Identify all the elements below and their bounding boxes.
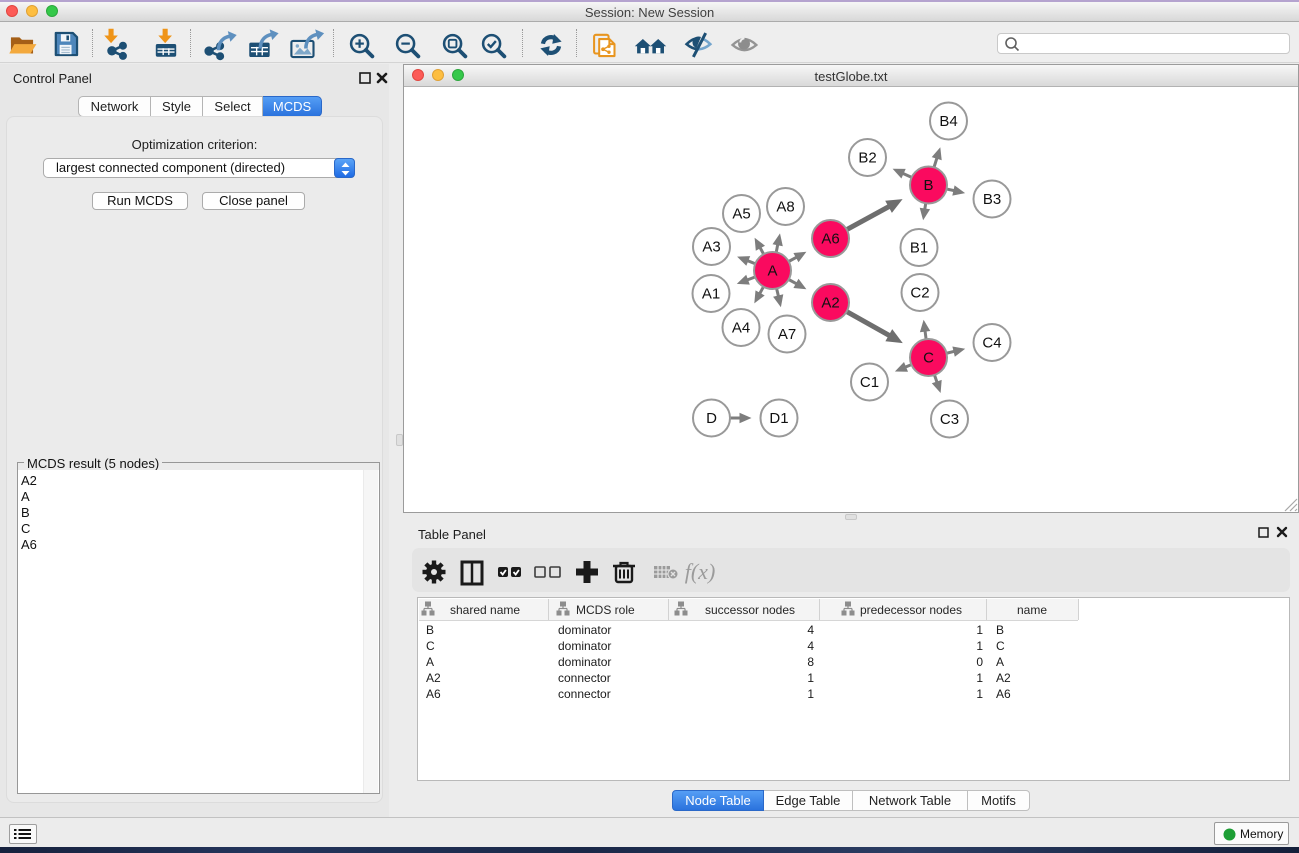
svg-text:A6: A6 <box>821 231 839 248</box>
svg-text:C1: C1 <box>860 374 879 391</box>
svg-text:A5: A5 <box>732 206 750 223</box>
svg-text:C: C <box>923 350 934 367</box>
svg-text:A2: A2 <box>821 295 839 312</box>
svg-text:B1: B1 <box>910 240 928 257</box>
svg-text:A1: A1 <box>702 286 720 303</box>
svg-text:C2: C2 <box>910 285 929 302</box>
svg-text:A4: A4 <box>732 320 750 337</box>
svg-text:C4: C4 <box>982 335 1001 352</box>
svg-text:C3: C3 <box>940 411 959 428</box>
svg-text:B: B <box>923 177 933 194</box>
svg-text:B2: B2 <box>858 150 876 167</box>
svg-text:f(x): f(x) <box>685 559 716 584</box>
svg-text:A8: A8 <box>776 199 794 216</box>
svg-text:D: D <box>706 410 717 427</box>
svg-text:B4: B4 <box>939 113 957 130</box>
svg-text:A: A <box>767 263 777 280</box>
svg-text:D1: D1 <box>769 410 788 427</box>
svg-text:A3: A3 <box>702 239 720 256</box>
svg-text:B3: B3 <box>983 191 1001 208</box>
svg-text:A7: A7 <box>778 326 796 343</box>
